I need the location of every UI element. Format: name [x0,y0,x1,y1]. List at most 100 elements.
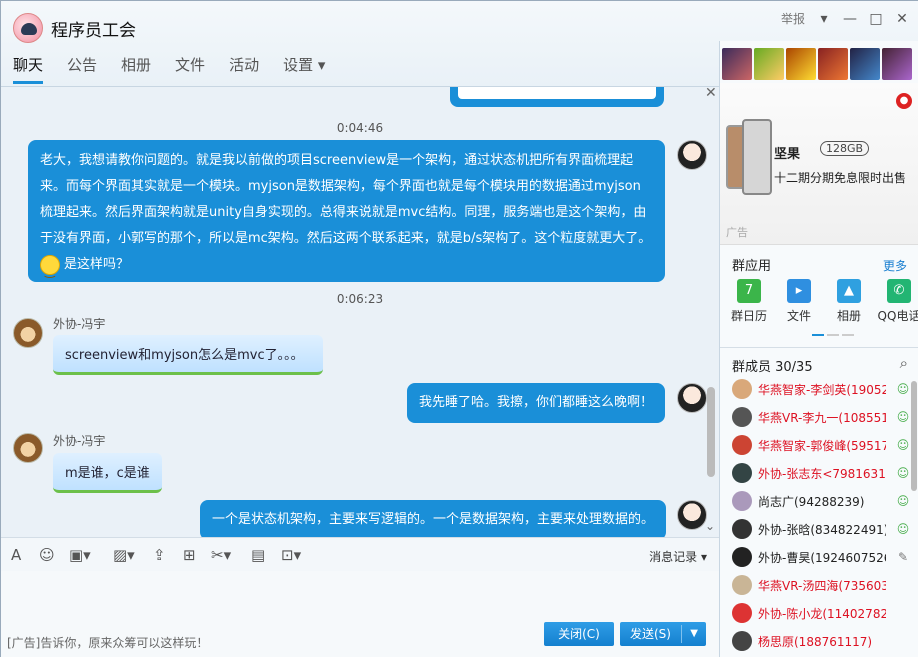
member-status-icon: ☺ [896,382,910,396]
list-item[interactable]: 外协-曹昊(1924607526) ✎ [720,543,912,571]
send-button-label: 发送(S) [630,627,671,641]
tab-chat[interactable]: 聊天 [13,54,44,84]
group-avatar[interactable] [13,13,43,43]
font-icon[interactable]: A [11,546,21,564]
group-apps: 7 群日历 ▸ 文件 ▲ 相册 ✆ QQ电话 [724,279,918,324]
message-input[interactable]: [广告]告诉你，原来众筹可以这样玩！ 关闭(C) 发送(S) ▼ [1,571,719,657]
report-button[interactable]: 举报 [781,10,805,27]
chevron-down-icon[interactable]: ▾ [817,11,831,27]
tab-announcement[interactable]: 公告 [67,54,97,84]
more-icon[interactable]: ⊡▾ [281,546,301,564]
member-name: 外协-张晗(834822491) [758,522,886,537]
app-qq-call[interactable]: ✆ QQ电话 [874,279,918,324]
close-icon[interactable]: ✕ [895,11,909,27]
list-item[interactable]: 华燕VR-李九一(1085516 ☺ [720,403,912,431]
app-label: 相册 [836,309,861,323]
smile-emoji-icon [40,254,60,284]
avatar[interactable] [677,383,707,413]
game-hero-image [850,48,880,80]
member-name: 华燕VR-李九一(1085516 [758,410,886,425]
message-bubble: 老大，我想请教你问题的。就是我以前做的项目screenview是一个架构，通过状… [28,140,665,284]
member-name: 华燕VR-汤四海(735603971) [758,578,886,593]
message-bubble: 一个是状态机架构，主要来写逻辑的。一个是数据架构，主要来处理数据的。 [200,500,667,537]
red-packet-icon[interactable]: ▤ [251,546,265,564]
scrollbar[interactable] [707,387,715,477]
member-list[interactable]: 华燕智家-李剑英(19052 ☺ 华燕VR-李九一(1085516 ☺ 华燕智家-郭… [720,375,912,655]
avatar [732,547,752,567]
app-files[interactable]: ▸ 文件 [774,279,824,324]
apps-more-link[interactable]: 更多 [883,257,907,274]
app-label: 文件 [786,309,811,323]
avatar [732,407,752,427]
avatar[interactable] [677,140,707,170]
ad-tag: 广告 [726,226,748,239]
app-label: QQ电话 [877,309,918,323]
gift-icon[interactable]: ⊞ [183,546,196,564]
app-calendar[interactable]: 7 群日历 [724,279,774,324]
member-status-icon: ☺ [896,466,910,480]
image-icon[interactable]: ▨▾ [113,546,135,564]
tab-settings[interactable]: 设置 ▾ [283,54,325,84]
member-status-icon: ☺ [896,494,910,508]
avatar [732,631,752,651]
avatar [732,491,752,511]
tab-bar: 聊天 公告 相册 文件 活动 设置 ▾ [13,54,325,84]
upload-icon[interactable]: ⇪ [153,546,166,564]
app-album[interactable]: ▲ 相册 [824,279,874,324]
member-name: 杨思原(188761117) [758,634,873,649]
ad-banner[interactable]: ● 坚果 128GB 十二期分期免息限时出售 广告 [720,83,918,245]
window-controls: 举报 ▾ — □ ✕ [781,10,909,27]
avatar [732,575,752,595]
avatar [732,463,752,483]
list-item[interactable]: 外协-张志东<79816312 ☺ [720,459,912,487]
ad-brand: 坚果 [774,147,801,162]
game-banner[interactable] [722,48,912,80]
apps-title: 群应用 [732,259,772,274]
game-hero-image [754,48,784,80]
list-item[interactable]: 华燕智家-李剑英(19052 ☺ [720,375,912,403]
list-item[interactable]: 杨思原(188761117) [720,627,912,655]
chevron-down-icon[interactable]: ⌄ [705,519,715,533]
avatar[interactable] [13,318,43,348]
member-status-icon: ☺ [896,438,910,452]
message-text: screenview和myjson怎么是mvc了。。。 [65,348,304,363]
close-button[interactable]: 关闭(C) [544,622,614,646]
search-icon[interactable]: ⌕ [900,354,908,372]
member-status-icon: ☺ [896,522,910,536]
maximize-icon[interactable]: □ [869,11,883,27]
chevron-down-icon[interactable]: ▼ [690,622,698,646]
message-text: m是谁，c是谁 [65,466,150,481]
list-item[interactable]: 外协-张晗(834822491) ☺ [720,515,912,543]
scissors-icon[interactable]: ✂▾ [211,546,231,564]
phone-image [742,119,772,195]
tab-files[interactable]: 文件 [175,54,205,84]
members-title: 群成员 30/35 [732,360,813,375]
photo-icon: ▲ [837,279,861,303]
timestamp: 0:06:23 [336,292,384,306]
member-name: 尚志广(94288239) [758,494,865,509]
chat-window: 程序员工会 举报 ▾ — □ ✕ 聊天 公告 相册 文件 活动 设置 ▾ ✕ 0… [0,0,918,657]
minimize-icon[interactable]: — [843,11,857,27]
emoji-icon[interactable]: ☺ [39,546,55,564]
gif-icon[interactable]: ▣▾ [69,546,91,564]
send-button[interactable]: 发送(S) ▼ [620,622,706,646]
close-icon[interactable]: ✕ [705,87,717,101]
list-item[interactable]: 尚志广(94288239) ☺ [720,487,912,515]
pager-dots [812,334,854,336]
message-history-button[interactable]: 消息记录 ▾ [649,548,707,565]
scrollbar[interactable] [911,381,917,491]
tab-activity[interactable]: 活动 [229,54,259,84]
avatar [732,435,752,455]
list-item[interactable]: 华燕VR-汤四海(735603971) [720,571,912,599]
avatar[interactable] [677,500,707,530]
ad-link[interactable]: [广告]告诉你，原来众筹可以这样玩！ [7,634,208,651]
chat-history[interactable]: ✕ 0:04:46 老大，我想请教你问题的。就是我以前做的项目screenvie… [1,87,719,537]
list-item[interactable]: 外协-陈小龙(1140278246) [720,599,912,627]
list-item[interactable]: 华燕智家-郭俊峰(59517 ☺ [720,431,912,459]
sender-name: 外协-冯宇 [53,434,106,448]
message-bubble: 我先睡了哈。我擦，你们都睡这么晚啊！ [407,383,666,423]
message-bubble: m是谁，c是谁 [53,453,162,493]
avatar[interactable] [13,433,43,463]
edit-icon[interactable]: ✎ [896,550,910,564]
tab-album[interactable]: 相册 [121,54,151,84]
